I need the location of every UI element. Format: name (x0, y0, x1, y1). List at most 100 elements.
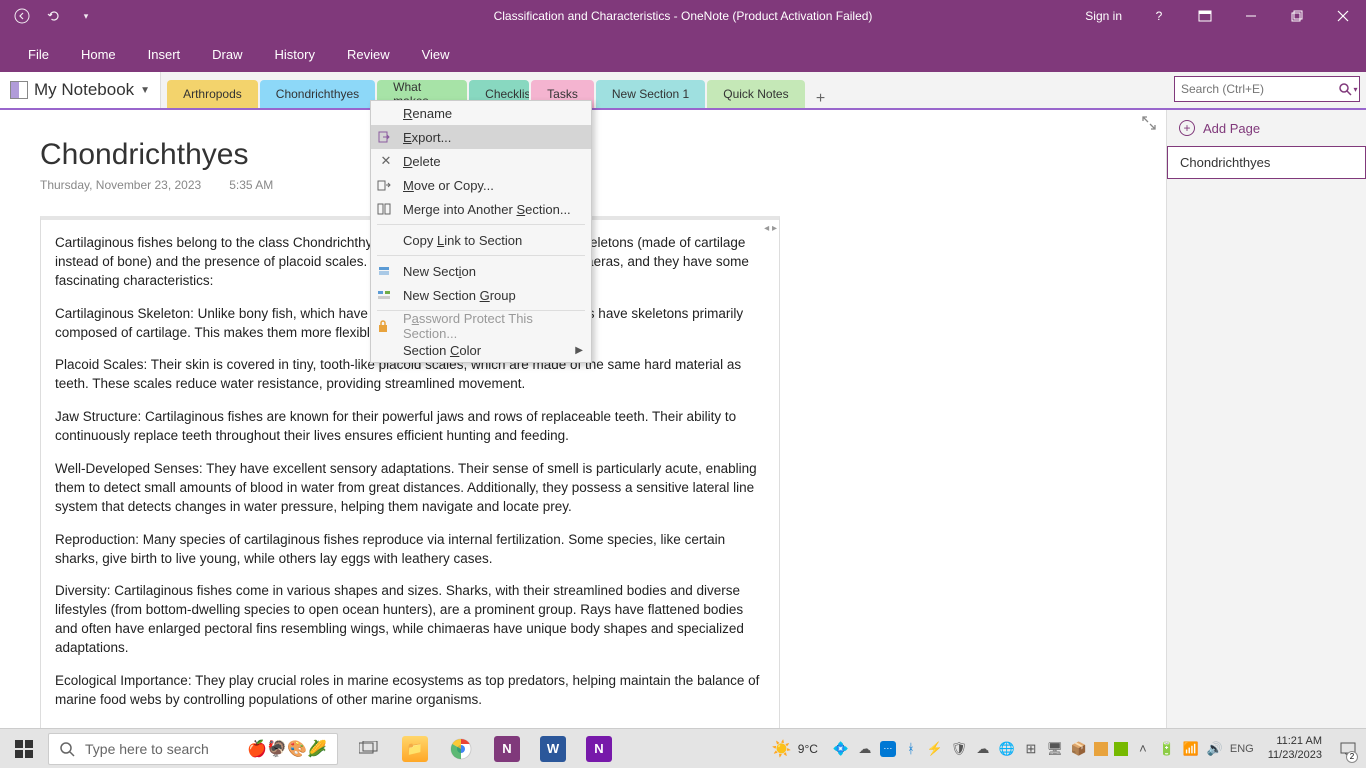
tray-meet[interactable]: 💠 (832, 740, 850, 758)
tray-nvidia[interactable] (1114, 742, 1128, 756)
ribbon-tab-history[interactable]: History (259, 37, 331, 72)
add-page-button[interactable]: + Add Page (1167, 110, 1366, 146)
minimize-button[interactable] (1228, 0, 1274, 32)
window-title: Classification and Characteristics - One… (494, 9, 873, 23)
tray-shield[interactable]: 🛡 (950, 740, 968, 758)
task-word[interactable]: W (532, 729, 574, 769)
cm-new-section-group[interactable]: New Section Group (371, 283, 591, 307)
tray-app-o[interactable] (1094, 742, 1108, 756)
ribbon-tab-home[interactable]: Home (65, 37, 132, 72)
move-icon (377, 178, 395, 192)
search-icon[interactable]: ▾ (1338, 79, 1358, 99)
search-wrap: ▾ (1174, 76, 1360, 104)
page-panel: + Add Page Chondrichthyes (1166, 110, 1366, 728)
main-area: Chondrichthyes Thursday, November 23, 20… (0, 110, 1366, 728)
clock[interactable]: 11:21 AM 11/23/2023 (1260, 735, 1330, 761)
taskbar-search[interactable]: Type here to search 🍎🦃🎨🌽 (48, 733, 338, 765)
tray-bluetooth[interactable]: ᚼ (902, 740, 920, 758)
tray-wifi[interactable]: 📶 (1182, 740, 1200, 758)
quick-access-toolbar: ▾ (0, 2, 100, 30)
close-button[interactable] (1320, 0, 1366, 32)
taskbar: Type here to search 🍎🦃🎨🌽 📁 N W N ☀️ 9°C … (0, 728, 1366, 768)
chevron-down-icon: ▼ (140, 85, 150, 96)
section-tab-arthropods[interactable]: Arthropods (167, 80, 258, 108)
tray-app-w[interactable]: ⊞ (1022, 740, 1040, 758)
tray-app-y[interactable]: 📦 (1070, 740, 1088, 758)
note-paragraph[interactable]: Jaw Structure: Cartilaginous fishes are … (55, 408, 765, 446)
section-tab-newsection1[interactable]: New Section 1 (596, 80, 705, 108)
undo-button[interactable] (40, 2, 68, 30)
notebook-picker[interactable]: My Notebook ▼ (0, 72, 161, 108)
back-button[interactable] (8, 2, 36, 30)
tray-volume[interactable]: 🔊 (1206, 740, 1224, 758)
cm-merge[interactable]: Merge into Another Section... (371, 197, 591, 221)
fullscreen-button[interactable] (1142, 116, 1156, 130)
note-paragraph[interactable]: Diversity: Cartilaginous fishes come in … (55, 582, 765, 658)
qat-customize[interactable]: ▾ (72, 2, 100, 30)
ribbon: File Home Insert Draw History Review Vie… (0, 32, 1366, 72)
maximize-button[interactable] (1274, 0, 1320, 32)
section-tab-chondrichthyes[interactable]: Chondrichthyes (260, 80, 375, 108)
cm-move-copy[interactable]: Move or Copy... (371, 173, 591, 197)
tray-icons: 💠 ☁ ⋯ ᚼ ⚡ 🛡 ☁ 🌐 ⊞ 🖥 📦 ˄ 🔋 📶 🔊 ENG (832, 740, 1254, 758)
export-icon (377, 130, 395, 144)
note-paragraph[interactable]: Reproduction: Many species of cartilagin… (55, 531, 765, 569)
tray-onedrive[interactable]: ☁ (974, 740, 992, 758)
notification-button[interactable]: 2 (1336, 729, 1360, 769)
tray-cloud[interactable]: ☁ (856, 740, 874, 758)
cm-delete[interactable]: ✕ Delete (371, 149, 591, 173)
tray-app-blue[interactable]: ⋯ (880, 741, 896, 757)
chevron-right-icon: ▶ (575, 345, 583, 356)
search-input[interactable] (1174, 76, 1360, 102)
page-item-chondrichthyes[interactable]: Chondrichthyes (1167, 146, 1366, 179)
tray-lang[interactable]: ENG (1230, 740, 1254, 758)
clock-date: 11/23/2023 (1268, 749, 1322, 762)
search-icon (59, 741, 75, 757)
notebook-icon (10, 81, 28, 99)
task-view-button[interactable] (348, 729, 390, 769)
delete-icon: ✕ (377, 153, 395, 169)
add-section-button[interactable]: + (807, 90, 835, 108)
ribbon-display-options[interactable] (1182, 0, 1228, 32)
cm-section-color[interactable]: Section Color ▶ (371, 338, 591, 362)
toolbar-row: My Notebook ▼ Arthropods Chondrichthyes … (0, 72, 1366, 110)
tray-app-b[interactable]: 🖥 (1046, 740, 1064, 758)
cm-export[interactable]: Export... (371, 125, 591, 149)
cm-password-protect[interactable]: Password Protect This Section... (371, 314, 591, 338)
titlebar: ▾ Classification and Characteristics - O… (0, 0, 1366, 32)
tray-battery[interactable]: 🔋 (1158, 740, 1176, 758)
ribbon-tab-draw[interactable]: Draw (196, 37, 258, 72)
note-paragraph[interactable]: Well-Developed Senses: They have excelle… (55, 460, 765, 517)
cm-copy-link[interactable]: Copy Link to Section (371, 228, 591, 252)
lock-icon (377, 319, 395, 333)
start-button[interactable] (0, 729, 48, 769)
merge-icon (377, 202, 395, 216)
tray-chevron-up[interactable]: ˄ (1134, 740, 1152, 758)
taskbar-search-placeholder: Type here to search (85, 741, 209, 757)
ribbon-tab-file[interactable]: File (12, 37, 65, 72)
ribbon-tab-insert[interactable]: Insert (132, 37, 197, 72)
tray-power[interactable]: ⚡ (926, 740, 944, 758)
tray-app-g[interactable]: 🌐 (998, 740, 1016, 758)
task-onenote[interactable]: N (486, 729, 528, 769)
task-chrome[interactable] (440, 729, 482, 769)
cm-new-section[interactable]: New Section (371, 259, 591, 283)
task-onenote-app[interactable]: N (578, 729, 620, 769)
plus-icon: + (1179, 120, 1195, 136)
note-paragraph[interactable]: Ecological Importance: They play crucial… (55, 672, 765, 710)
help-button[interactable]: ? (1136, 0, 1182, 32)
notif-badge: 2 (1346, 751, 1358, 763)
task-explorer[interactable]: 📁 (394, 729, 436, 769)
ribbon-tab-review[interactable]: Review (331, 37, 406, 72)
signin-button[interactable]: Sign in (1071, 9, 1136, 23)
weather-widget[interactable]: ☀️ 9°C (764, 739, 826, 759)
section-tab-quicknotes[interactable]: Quick Notes (707, 80, 804, 108)
ribbon-tab-view[interactable]: View (406, 37, 466, 72)
page-time: 5:35 AM (229, 178, 273, 192)
page-date: Thursday, November 23, 2023 (40, 178, 201, 192)
new-section-icon (377, 264, 395, 278)
cm-separator (377, 224, 585, 225)
cm-rename[interactable]: Rename (371, 101, 591, 125)
section-context-menu: Rename Export... ✕ Delete Move or Copy..… (370, 100, 592, 363)
note-handle-icon[interactable]: ◂ ▸ (764, 222, 777, 236)
